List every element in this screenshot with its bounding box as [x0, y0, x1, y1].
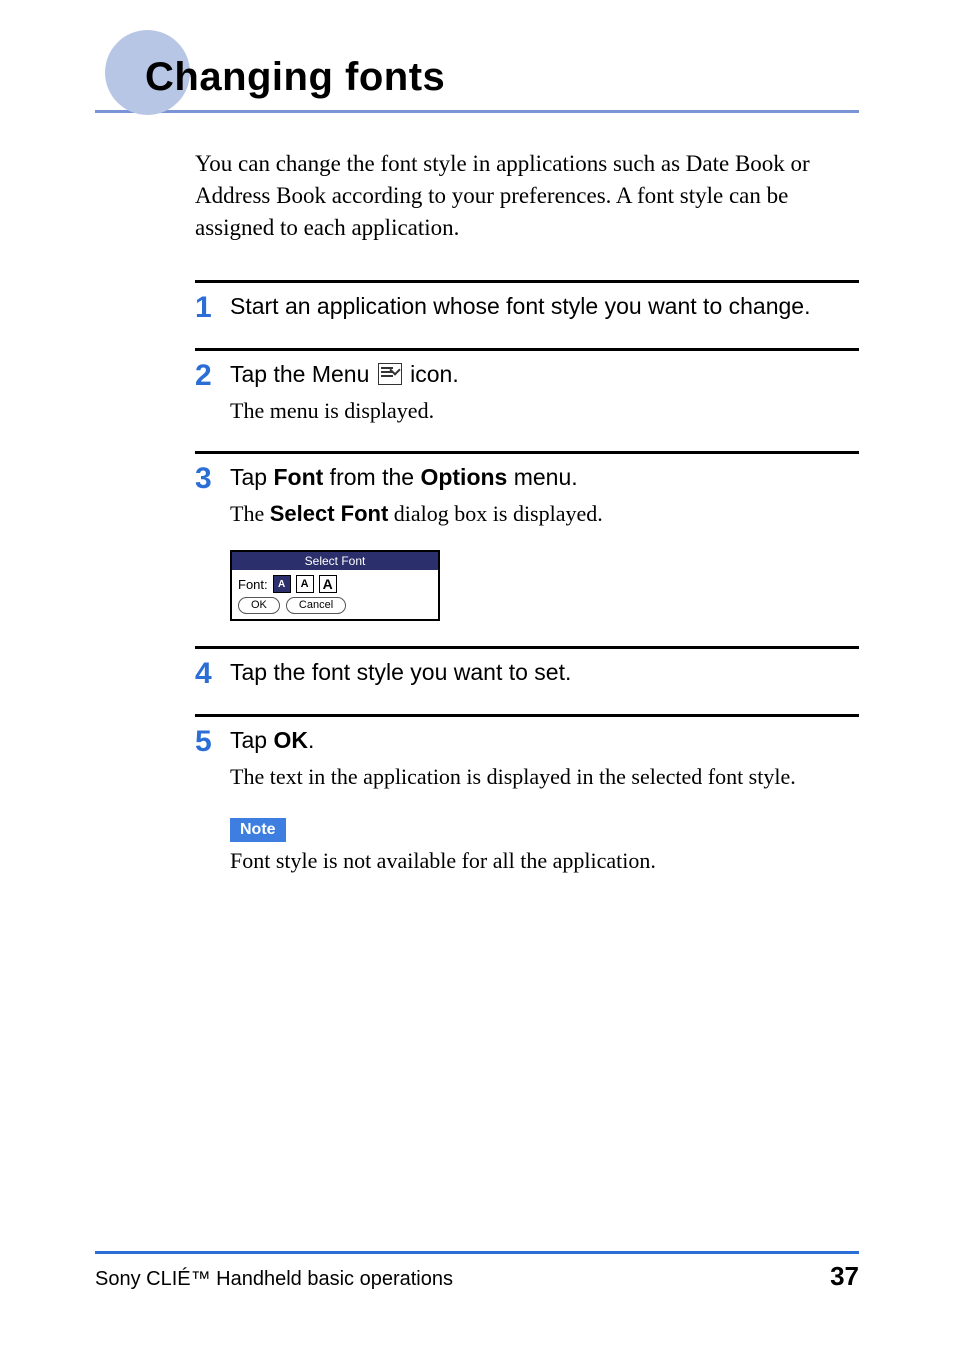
ok-button[interactable]: OK	[238, 597, 280, 614]
page-title: Changing fonts	[95, 50, 859, 100]
text-fragment: Tap	[230, 727, 273, 753]
text-bold: Select Font	[270, 501, 389, 526]
font-size-option-small[interactable]: A	[273, 575, 291, 593]
step-divider	[195, 714, 859, 717]
text-fragment: Tap	[230, 464, 273, 490]
step-number: 4	[195, 657, 230, 689]
step-subtext: The menu is displayed.	[230, 396, 859, 427]
step-divider	[195, 646, 859, 649]
note-label: Note	[230, 818, 286, 842]
select-font-dialog: Select Font Font: A A A OK Cancel	[230, 550, 440, 621]
step-number: 2	[195, 359, 230, 427]
step-subtext: The text in the application is displayed…	[230, 762, 859, 793]
step-number: 3	[195, 462, 230, 621]
text-fragment: .	[308, 727, 314, 753]
step-5: 5 Tap OK. The text in the application is…	[195, 725, 859, 874]
step-heading: Tap Font from the Options menu.	[230, 462, 859, 493]
step-number: 5	[195, 725, 230, 874]
menu-icon	[378, 363, 402, 385]
text-fragment: from the	[323, 464, 420, 490]
step-heading: Tap the Menu icon.	[230, 359, 859, 390]
text-bold: Font	[273, 464, 323, 490]
step-3: 3 Tap Font from the Options menu. The Se…	[195, 462, 859, 621]
dialog-font-label: Font:	[238, 577, 268, 592]
dialog-title: Select Font	[232, 552, 438, 570]
note-text: Font style is not available for all the …	[230, 848, 859, 874]
text-bold: Options	[420, 464, 507, 490]
font-size-option-large[interactable]: A	[319, 575, 337, 593]
step-heading: Tap OK.	[230, 725, 859, 756]
text-fragment: menu.	[507, 464, 577, 490]
cancel-button[interactable]: Cancel	[286, 597, 346, 614]
intro-paragraph: You can change the font style in applica…	[195, 148, 845, 245]
text-fragment: Tap the Menu	[230, 361, 376, 387]
text-fragment: icon.	[404, 361, 459, 387]
step-heading: Start an application whose font style yo…	[230, 291, 859, 322]
footer-title: Sony CLIÉ™ Handheld basic operations	[95, 1268, 453, 1291]
step-divider	[195, 451, 859, 454]
step-2: 2 Tap the Menu icon. The menu is display…	[195, 359, 859, 427]
text-fragment: The	[230, 501, 270, 526]
header-rule	[95, 110, 859, 113]
page-number: 37	[830, 1261, 859, 1292]
step-4: 4 Tap the font style you want to set.	[195, 657, 859, 689]
font-size-option-medium[interactable]: A	[296, 575, 314, 593]
step-heading: Tap the font style you want to set.	[230, 657, 859, 688]
page-footer: Sony CLIÉ™ Handheld basic operations 37	[95, 1261, 859, 1292]
step-1: 1 Start an application whose font style …	[195, 291, 859, 323]
step-number: 1	[195, 291, 230, 323]
step-subtext: The Select Font dialog box is displayed.	[230, 499, 859, 530]
text-fragment: dialog box is displayed.	[388, 501, 602, 526]
text-bold: OK	[273, 727, 308, 753]
step-divider	[195, 348, 859, 351]
page-header: Changing fonts	[95, 50, 859, 113]
footer-rule	[95, 1251, 859, 1254]
select-font-dialog-figure: Select Font Font: A A A OK Cancel	[230, 550, 859, 621]
step-divider	[195, 280, 859, 283]
